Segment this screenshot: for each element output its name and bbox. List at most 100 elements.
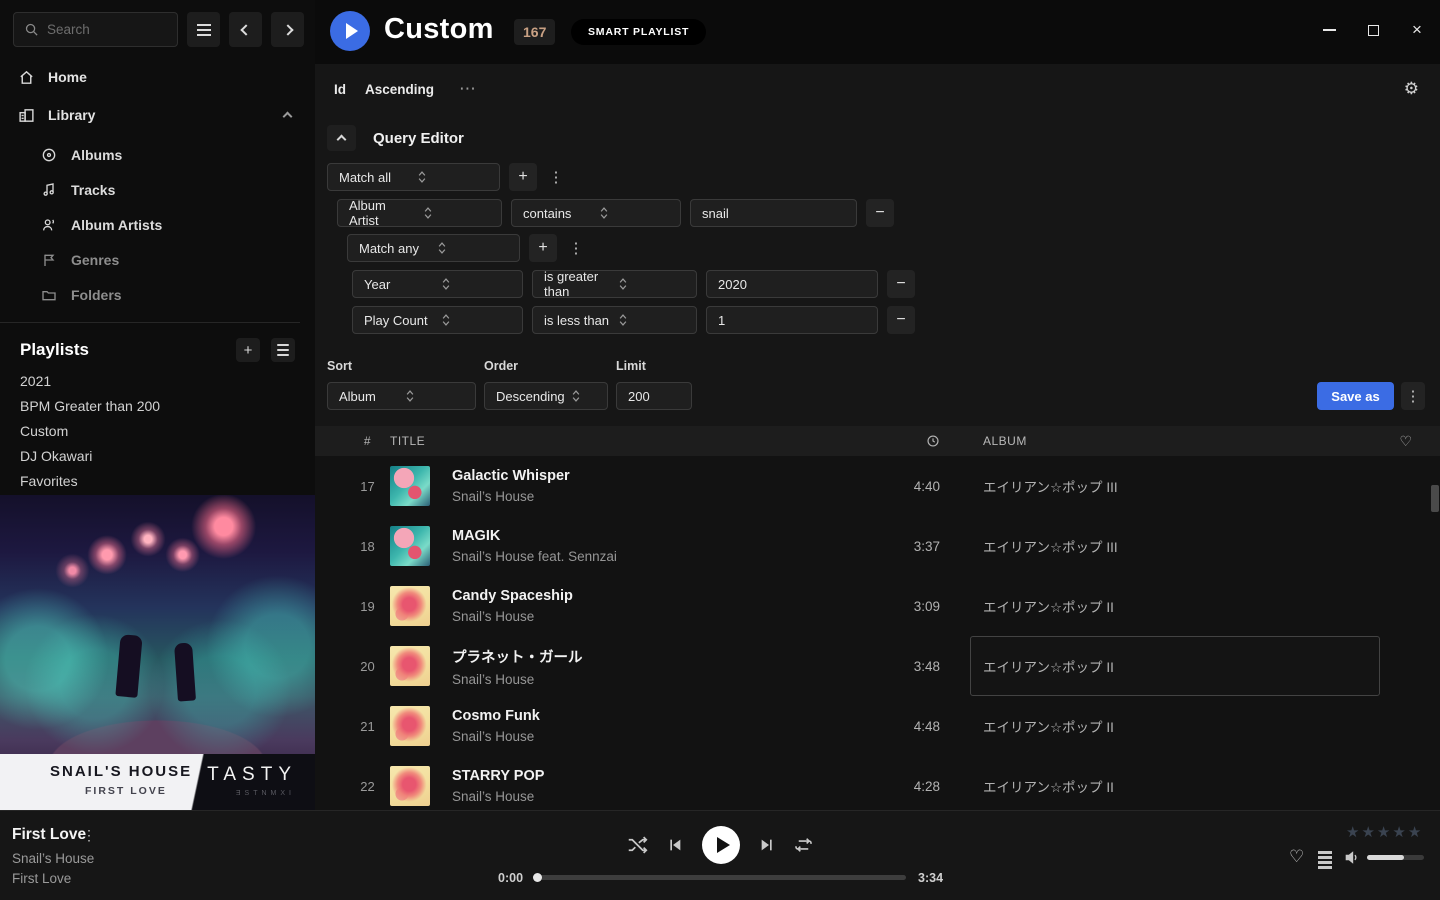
table-row[interactable]: 18 MAGIKSnail’s House feat. Sennzai 3:37… — [315, 516, 1440, 576]
playlist-item[interactable]: DJ Okawari — [0, 443, 315, 468]
rule-value-field[interactable] — [702, 206, 845, 221]
rule-operator-select[interactable]: is less than — [532, 306, 697, 334]
star-icon[interactable]: ★ — [1346, 823, 1359, 841]
select-arrows-icon — [571, 389, 596, 403]
add-playlist-button[interactable]: + — [236, 338, 260, 362]
rule-value-input[interactable] — [690, 199, 857, 227]
next-button[interactable] — [759, 837, 775, 853]
volume-fill — [1367, 855, 1404, 860]
match-select[interactable]: Match all — [327, 163, 500, 191]
table-row[interactable]: 21 Cosmo FunkSnail’s House 4:48 エイリアン☆ポッ… — [315, 696, 1440, 756]
rule-value-field[interactable] — [718, 277, 866, 292]
title-column-header[interactable]: TITLE — [390, 434, 845, 448]
shuffle-icon — [627, 836, 648, 854]
now-playing-menu-icon[interactable]: ⋮ — [82, 827, 96, 844]
list-icon — [277, 344, 289, 356]
sort-select[interactable]: Album — [327, 382, 476, 410]
star-icon[interactable]: ★ — [1392, 823, 1405, 841]
limit-input[interactable] — [616, 382, 692, 410]
rule-field-select[interactable]: Year — [352, 270, 523, 298]
playlist-item[interactable]: 2021 — [0, 368, 315, 393]
more-options-icon[interactable]: ⋯ — [459, 84, 476, 94]
rule-operator-select[interactable]: is greater than — [532, 270, 697, 298]
track-artist: Snail’s House — [452, 789, 845, 804]
rule-field-select[interactable]: Album Artist — [337, 199, 502, 227]
sort-direction-button[interactable]: Ascending — [365, 82, 434, 97]
favorite-button[interactable]: ♡ — [1289, 847, 1304, 867]
sidebar-item-library[interactable]: Library — [0, 100, 315, 130]
sidebar-item-albums[interactable]: Albums — [0, 140, 315, 170]
play-playlist-button[interactable] — [330, 11, 370, 51]
sidebar-item-folders[interactable]: Folders — [0, 280, 315, 310]
favorite-column-header[interactable]: ♡ — [1380, 433, 1432, 450]
star-icon[interactable]: ★ — [1377, 823, 1390, 841]
match-select[interactable]: Match any — [347, 234, 520, 262]
speaker-icon[interactable] — [1344, 850, 1361, 865]
table-row[interactable]: 20 プラネット・ガールSnail’s House 3:48 エイリアン☆ポップ… — [315, 636, 1440, 696]
star-icon[interactable]: ★ — [1408, 823, 1421, 841]
table-row[interactable]: 17 Galactic WhisperSnail’s House 4:40 エイ… — [315, 456, 1440, 516]
search-input[interactable] — [13, 12, 178, 47]
gear-icon[interactable]: ⚙ — [1404, 79, 1419, 99]
playlist-item[interactable]: BPM Greater than 200 — [0, 393, 315, 418]
now-playing-album[interactable]: First Love — [12, 871, 71, 886]
focused-album-cell[interactable]: エイリアン☆ポップ II — [970, 636, 1380, 696]
sort-field-button[interactable]: Id — [334, 82, 346, 97]
seek-handle[interactable] — [533, 873, 542, 882]
previous-button[interactable] — [667, 837, 683, 853]
remove-rule-button[interactable]: − — [866, 199, 894, 227]
rule-value-field[interactable] — [718, 313, 866, 328]
chevron-up-icon[interactable] — [283, 112, 293, 122]
add-rule-button[interactable]: + — [529, 234, 557, 262]
sidebar-item-genres[interactable]: Genres — [0, 245, 315, 275]
shuffle-button[interactable] — [627, 836, 648, 854]
seek-bar[interactable] — [534, 875, 906, 880]
rule-field-select[interactable]: Play Count — [352, 306, 523, 334]
sidebar-item-album-artists[interactable]: Album Artists — [0, 210, 315, 240]
search-field[interactable] — [47, 22, 157, 37]
collapse-query-editor-button[interactable] — [327, 125, 356, 151]
index-column-header[interactable]: # — [345, 434, 390, 448]
duration-column-header[interactable] — [845, 434, 940, 448]
artwork-figure — [174, 642, 196, 701]
play-button[interactable] — [702, 826, 740, 864]
menu-button[interactable] — [187, 12, 220, 47]
star-icon[interactable]: ★ — [1361, 823, 1374, 841]
select-arrows-icon — [618, 313, 686, 327]
order-select[interactable]: Descending — [484, 382, 608, 410]
album-column-header[interactable]: ALBUM — [940, 434, 1380, 448]
chevron-up-icon — [337, 135, 347, 145]
scrollbar[interactable] — [1431, 485, 1439, 512]
rule-value-input[interactable] — [706, 306, 878, 334]
back-button[interactable] — [229, 12, 262, 47]
previous-icon — [667, 837, 683, 853]
table-row[interactable]: 22 STARRY POPSnail’s House 4:28 エイリアン☆ポッ… — [315, 756, 1440, 810]
table-row[interactable]: 19 Candy SpaceshipSnail’s House 3:09 エイリ… — [315, 576, 1440, 636]
limit-field[interactable] — [628, 389, 680, 404]
add-rule-button[interactable]: + — [509, 163, 537, 191]
queue-button[interactable] — [1318, 851, 1332, 871]
rule-group-menu-icon[interactable]: ⋮ — [546, 163, 566, 191]
close-button[interactable]: × — [1408, 21, 1426, 39]
repeat-button[interactable] — [794, 836, 813, 854]
rule-operator-select[interactable]: contains — [511, 199, 681, 227]
minimize-button[interactable] — [1320, 21, 1338, 39]
volume-slider[interactable] — [1367, 855, 1424, 860]
query-editor: Query Editor Match all + ⋮ Album Artist … — [315, 114, 1440, 426]
forward-button[interactable] — [271, 12, 304, 47]
rule-value-input[interactable] — [706, 270, 878, 298]
remove-rule-button[interactable]: − — [887, 306, 915, 334]
genres-icon — [41, 252, 57, 268]
save-options-icon[interactable]: ⋮ — [1401, 382, 1425, 410]
remove-rule-button[interactable]: − — [887, 270, 915, 298]
rule-group-menu-icon[interactable]: ⋮ — [566, 234, 586, 262]
maximize-button[interactable] — [1364, 21, 1382, 39]
playlist-item[interactable]: Favorites — [0, 468, 315, 493]
save-as-button[interactable]: Save as — [1317, 382, 1394, 410]
playlist-item[interactable]: Custom — [0, 418, 315, 443]
playlist-options-button[interactable] — [271, 338, 295, 362]
now-playing-artist[interactable]: Snail’s House — [12, 851, 94, 866]
sidebar-item-home[interactable]: Home — [0, 62, 315, 92]
sidebar-item-tracks[interactable]: Tracks — [0, 175, 315, 205]
sidebar-item-label: Home — [48, 69, 87, 85]
